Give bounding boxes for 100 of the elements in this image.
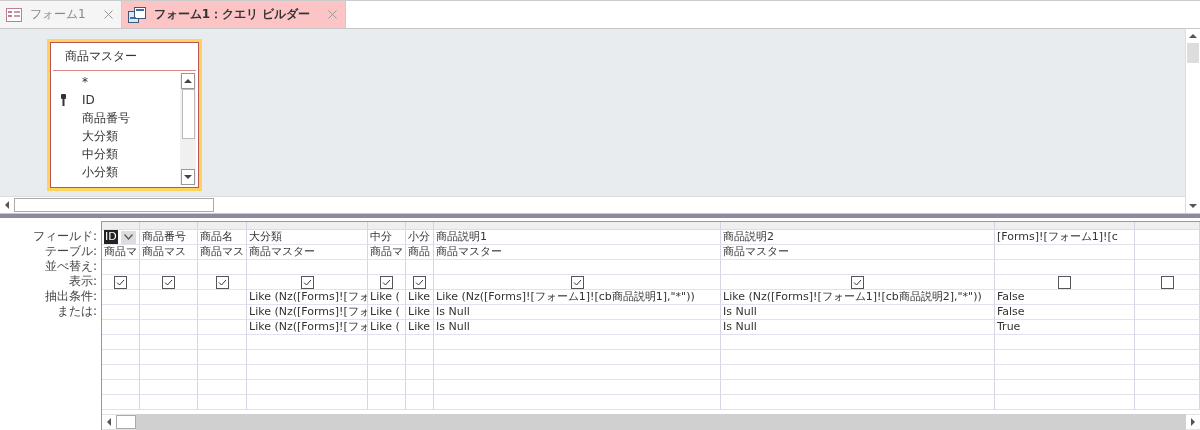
- grid-cell[interactable]: [198, 380, 247, 395]
- grid-cell[interactable]: [198, 395, 247, 410]
- field-cell[interactable]: 小分: [406, 230, 434, 245]
- column-selector[interactable]: [1135, 222, 1200, 230]
- field-cell[interactable]: 商品名: [198, 230, 247, 245]
- grid-cell[interactable]: [368, 335, 406, 350]
- grid-cell[interactable]: [368, 260, 406, 275]
- column-selector[interactable]: [406, 222, 434, 230]
- grid-cell[interactable]: [406, 260, 434, 275]
- grid-cell[interactable]: [721, 365, 995, 380]
- scroll-thumb[interactable]: [181, 89, 195, 139]
- grid-cell[interactable]: [102, 335, 140, 350]
- field-cell[interactable]: 大分類: [247, 230, 368, 245]
- grid-cell[interactable]: [140, 320, 198, 335]
- grid-cell[interactable]: [995, 245, 1135, 260]
- grid-cell[interactable]: [198, 320, 247, 335]
- grid-cell[interactable]: [102, 350, 140, 365]
- grid-cell[interactable]: [1135, 245, 1200, 260]
- grid-cell[interactable]: True: [995, 320, 1135, 335]
- show-checkbox[interactable]: [1160, 275, 1174, 289]
- grid-cell[interactable]: Like (Nz([Forms]![フォーム1]![cb商品説明1],"*")): [434, 290, 721, 305]
- grid-cell[interactable]: [721, 380, 995, 395]
- grid-cell[interactable]: [434, 380, 721, 395]
- grid-cell[interactable]: Is Null: [721, 305, 995, 320]
- field-value[interactable]: ID: [104, 230, 118, 244]
- grid-cell[interactable]: 商品マス: [140, 245, 198, 260]
- field-name[interactable]: 大分類: [82, 127, 118, 145]
- grid-cell[interactable]: [102, 260, 140, 275]
- grid-cell[interactable]: 商品マス: [198, 245, 247, 260]
- column-selector[interactable]: [198, 222, 247, 230]
- field-name[interactable]: *: [82, 75, 88, 89]
- show-checkbox[interactable]: [114, 275, 127, 289]
- grid-cell[interactable]: Is Null: [434, 305, 721, 320]
- grid-cell[interactable]: [721, 395, 995, 410]
- grid-cell[interactable]: [140, 290, 198, 305]
- grid-cell[interactable]: 商品マスター: [434, 245, 721, 260]
- document-tab[interactable]: フォーム1：クエリ ビルダー: [121, 1, 347, 28]
- grid-cell[interactable]: [1135, 290, 1200, 305]
- grid-cell[interactable]: [247, 365, 368, 380]
- grid-cell[interactable]: [434, 335, 721, 350]
- grid-cell[interactable]: [406, 395, 434, 410]
- grid-cell[interactable]: 商品マ: [102, 245, 140, 260]
- grid-cell[interactable]: [1135, 380, 1200, 395]
- column-selector[interactable]: [247, 222, 368, 230]
- grid-cell[interactable]: [721, 260, 995, 275]
- show-checkbox[interactable]: [162, 275, 175, 289]
- grid-cell[interactable]: [198, 290, 247, 305]
- grid-cell[interactable]: Like (: [368, 320, 406, 335]
- grid-cell[interactable]: 商品マスター: [721, 245, 995, 260]
- scroll-thumb[interactable]: [14, 198, 214, 212]
- grid-cell[interactable]: [368, 395, 406, 410]
- grid-cell[interactable]: [1135, 335, 1200, 350]
- grid-cell[interactable]: [140, 350, 198, 365]
- grid-cell[interactable]: [198, 305, 247, 320]
- vertical-scrollbar[interactable]: [1185, 29, 1200, 213]
- show-checkbox[interactable]: [851, 275, 864, 289]
- close-icon[interactable]: [103, 10, 113, 19]
- grid-cell[interactable]: [198, 350, 247, 365]
- field-name[interactable]: 中分類: [82, 145, 118, 163]
- grid-cell[interactable]: [1135, 395, 1200, 410]
- column-selector[interactable]: [995, 222, 1135, 230]
- grid-cell[interactable]: 商品マ: [368, 245, 406, 260]
- grid-cell[interactable]: [1135, 320, 1200, 335]
- grid-cell[interactable]: [434, 395, 721, 410]
- grid-cell[interactable]: [995, 365, 1135, 380]
- horizontal-scrollbar[interactable]: [0, 196, 1185, 213]
- grid-cell[interactable]: [102, 290, 140, 305]
- grid-cell[interactable]: [140, 260, 198, 275]
- grid-cell[interactable]: Like (Nz([Forms]![フォ: [247, 320, 368, 335]
- grid-cell[interactable]: Like: [406, 305, 434, 320]
- grid-cell[interactable]: [721, 335, 995, 350]
- show-checkbox[interactable]: [215, 275, 229, 289]
- grid-cell[interactable]: False: [995, 290, 1135, 305]
- field-list-window[interactable]: 商品マスター * ID 商品番号 大分類 中分類 小分類: [47, 39, 202, 191]
- grid-cell[interactable]: [995, 335, 1135, 350]
- grid-cell[interactable]: [368, 350, 406, 365]
- grid-cell[interactable]: [198, 365, 247, 380]
- show-checkbox[interactable]: [380, 275, 393, 289]
- grid-cell[interactable]: [434, 365, 721, 380]
- grid-cell[interactable]: [102, 320, 140, 335]
- show-checkbox[interactable]: [570, 275, 584, 289]
- grid-cell[interactable]: [140, 395, 198, 410]
- grid-cell[interactable]: [102, 365, 140, 380]
- field-cell[interactable]: [Forms]![フォーム1]![c: [995, 230, 1135, 245]
- grid-cell[interactable]: [1135, 365, 1200, 380]
- field-cell[interactable]: ID: [102, 230, 140, 245]
- grid-cell[interactable]: [1135, 350, 1200, 365]
- grid-cell[interactable]: Like: [406, 290, 434, 305]
- grid-cell[interactable]: [368, 365, 406, 380]
- grid-cell[interactable]: [140, 305, 198, 320]
- show-checkbox[interactable]: [300, 275, 314, 289]
- grid-cell[interactable]: [198, 335, 247, 350]
- grid-cell[interactable]: [406, 380, 434, 395]
- grid-cell[interactable]: [102, 305, 140, 320]
- scrollbar[interactable]: [180, 73, 196, 185]
- grid-cell[interactable]: [140, 365, 198, 380]
- grid-cell[interactable]: [247, 350, 368, 365]
- show-checkbox[interactable]: [413, 275, 426, 289]
- grid-cell[interactable]: Like (: [368, 305, 406, 320]
- grid-cell[interactable]: [198, 260, 247, 275]
